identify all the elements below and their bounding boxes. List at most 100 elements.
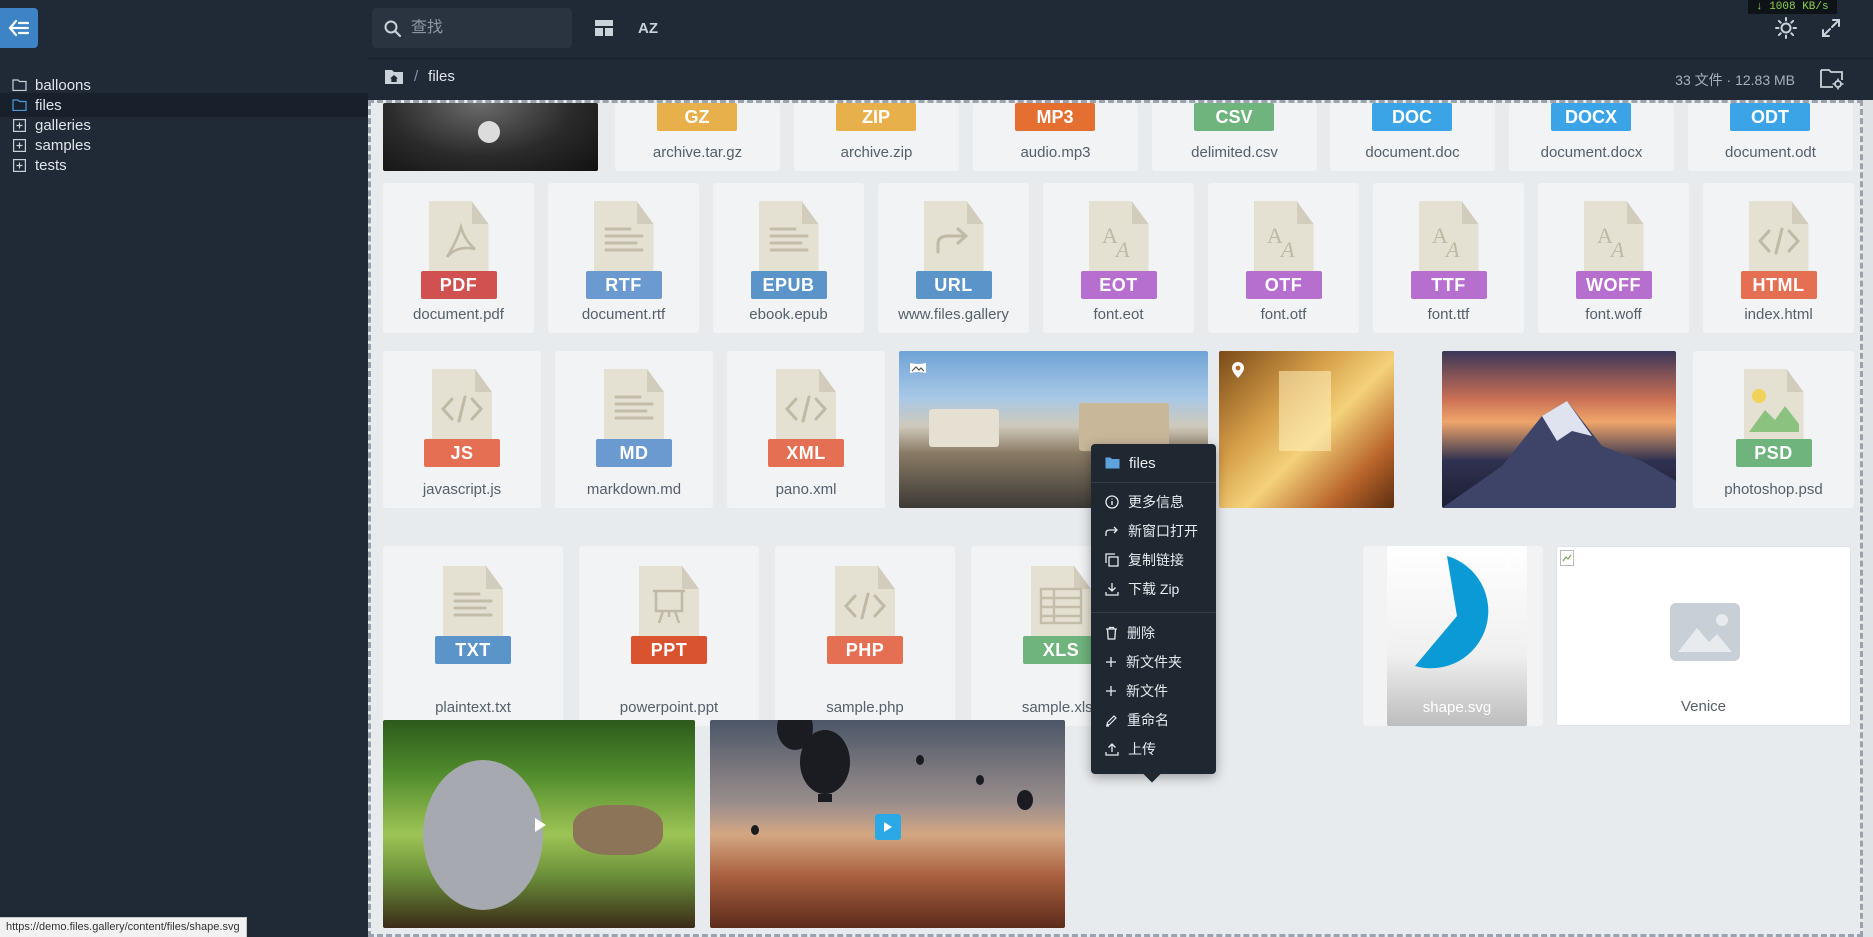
breadcrumb-current[interactable]: files	[428, 68, 455, 85]
file-tile[interactable]: HTML index.html	[1703, 183, 1854, 333]
menu-item-open-new-window[interactable]: 新窗口打开	[1091, 518, 1216, 544]
play-button[interactable]	[875, 814, 901, 840]
play-icon[interactable]	[533, 817, 547, 833]
home-folder-icon[interactable]	[384, 68, 404, 85]
file-type-badge: RTF	[585, 271, 662, 299]
file-tile[interactable]: TXT plaintext.txt	[383, 546, 563, 726]
file-tile[interactable]: PHP sample.php	[775, 546, 955, 726]
file-tile[interactable]: JS javascript.js	[383, 351, 541, 508]
topbar-left	[0, 0, 368, 58]
file-tile[interactable]: ODT document.odt	[1688, 103, 1853, 171]
broken-image-icon	[1560, 550, 1574, 566]
plus-icon	[1106, 657, 1116, 667]
file-name: font.otf	[1260, 306, 1307, 323]
file-tile[interactable]: DOCX document.docx	[1509, 103, 1674, 171]
sort-button[interactable]: AZ	[634, 14, 662, 42]
file-name: sample.php	[826, 699, 904, 716]
file-tile[interactable]: CSV delimited.csv	[1152, 103, 1317, 171]
menu-item-delete[interactable]: 删除	[1091, 620, 1216, 646]
search-input[interactable]	[411, 19, 561, 37]
building-shape	[929, 409, 999, 447]
file-tile[interactable]: AA TTF font.ttf	[1373, 183, 1524, 333]
sidebar-item-tests[interactable]: tests	[0, 153, 368, 177]
video-tile-bunny[interactable]	[383, 720, 695, 928]
menu-item-label: 新文件	[1126, 683, 1168, 699]
code-glyph-icon	[835, 582, 895, 630]
folder-stats: 33 文件 · 12.83 MB	[1675, 72, 1795, 88]
menu-arrow-icon	[8, 19, 30, 37]
file-type-icon: HTML	[1740, 201, 1817, 301]
thumbnail-highlight	[478, 121, 500, 143]
file-tile-venice[interactable]: Venice	[1556, 546, 1851, 726]
more-vertical-icon[interactable]	[1507, 558, 1511, 572]
mountain-image-tile[interactable]	[1442, 351, 1676, 508]
file-type-badge: ODT	[1730, 103, 1810, 131]
sidebar-item-label: files	[35, 96, 62, 114]
file-tile[interactable]: GZ archive.tar.gz	[615, 103, 780, 171]
file-type-badge: PSD	[1735, 439, 1812, 467]
context-menu: files 更多信息 新窗口打开 复制链接 下载 Zip 删除 新文件夹 新文件…	[1091, 444, 1216, 783]
file-tile[interactable]: PSD photoshop.psd	[1693, 351, 1854, 508]
file-type-badge: XML	[768, 439, 844, 467]
file-type-icon: URL	[915, 201, 992, 301]
file-type-icon: TXT	[435, 566, 511, 666]
file-tile[interactable]: AA EOT font.eot	[1043, 183, 1194, 333]
interior-image-tile[interactable]	[1219, 351, 1394, 508]
menu-item-download-zip[interactable]: 下载 Zip	[1091, 576, 1216, 602]
menu-divider	[1091, 482, 1216, 483]
file-tile[interactable]: AA OTF font.otf	[1208, 183, 1359, 333]
file-type-badge: XLS	[1023, 636, 1099, 664]
file-type-badge: PDF	[420, 271, 497, 299]
sidebar-item-label: tests	[35, 156, 67, 174]
file-type-badge: JS	[424, 439, 500, 467]
file-type-icon: AA EOT	[1080, 201, 1157, 301]
fullscreen-button[interactable]	[1817, 14, 1845, 42]
download-icon	[1105, 583, 1119, 596]
file-tile[interactable]: PPT powerpoint.ppt	[579, 546, 759, 726]
menu-item-rename[interactable]: 重命名	[1091, 707, 1216, 733]
file-tile[interactable]: PDF document.pdf	[383, 183, 534, 333]
file-type-badge: DOCX	[1551, 103, 1631, 131]
image-thumbnail[interactable]	[383, 103, 598, 171]
file-tile[interactable]: URL www.files.gallery	[878, 183, 1029, 333]
file-tile[interactable]: RTF document.rtf	[548, 183, 699, 333]
file-type-badge: MP3	[1015, 103, 1095, 131]
folder-icon	[11, 98, 27, 112]
breadcrumb-separator: /	[414, 68, 419, 85]
layout-toggle-button[interactable]	[590, 14, 618, 42]
shape-svg-tile[interactable]: shape.svg	[1387, 546, 1527, 726]
menu-item-new-file[interactable]: 新文件	[1091, 678, 1216, 704]
menu-item-copy-link[interactable]: 复制链接	[1091, 547, 1216, 573]
menu-item-upload[interactable]: 上传	[1091, 736, 1216, 762]
file-tile[interactable]: DOC document.doc	[1330, 103, 1495, 171]
file-type-icon: PDF	[420, 201, 497, 301]
lines-glyph-icon	[594, 217, 654, 265]
file-name: font.eot	[1093, 306, 1144, 323]
menu-item-more-info[interactable]: 更多信息	[1091, 489, 1216, 515]
character-body	[423, 760, 543, 910]
search-icon	[384, 20, 401, 37]
menu-item-new-folder[interactable]: 新文件夹	[1091, 649, 1216, 675]
theme-toggle-button[interactable]	[1772, 14, 1800, 42]
file-tile[interactable]: ZIP archive.zip	[794, 103, 959, 171]
file-tile[interactable]: EPUB ebook.epub	[713, 183, 864, 333]
file-tile[interactable]: AA WOFF font.woff	[1538, 183, 1689, 333]
file-name: archive.zip	[840, 144, 913, 161]
file-tile[interactable]: MD markdown.md	[555, 351, 713, 508]
sidebar-item-label: galleries	[35, 116, 91, 134]
plus-box-icon	[11, 158, 27, 172]
toggle-sidebar-button[interactable]	[0, 8, 38, 48]
file-tile[interactable]: MP3 audio.mp3	[973, 103, 1138, 171]
file-name: archive.tar.gz	[652, 144, 743, 161]
file-type-badge: GZ	[657, 103, 737, 131]
folder-settings-icon[interactable]	[1820, 68, 1844, 90]
search-box[interactable]	[372, 8, 572, 48]
scrollbar-track[interactable]	[1863, 100, 1873, 937]
menu-item-label: 更多信息	[1128, 494, 1184, 510]
copy-icon	[1105, 553, 1119, 567]
menu-item-label: 复制链接	[1128, 552, 1184, 568]
video-tile-balloons[interactable]	[710, 720, 1065, 928]
share-arrow-icon	[1105, 526, 1118, 536]
file-tile[interactable]: XML pano.xml	[727, 351, 885, 508]
share-glyph-icon	[924, 217, 984, 265]
